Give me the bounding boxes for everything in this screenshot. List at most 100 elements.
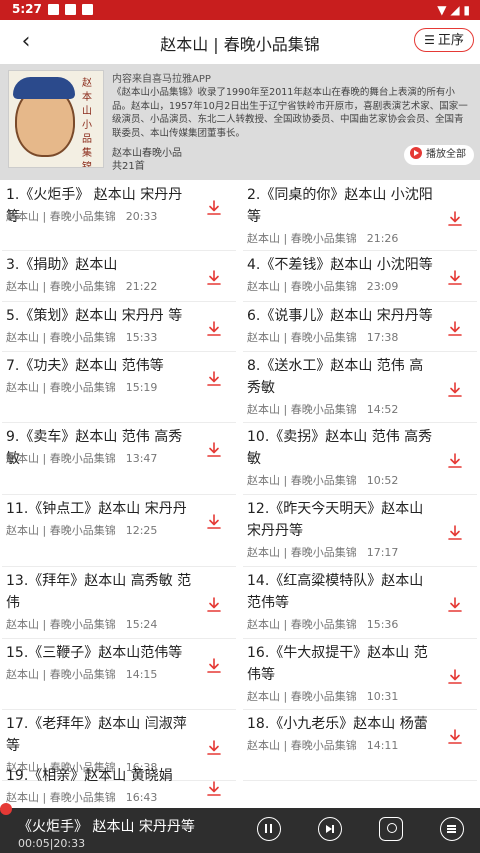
divider (2, 566, 236, 567)
divider (243, 709, 477, 710)
download-icon[interactable] (447, 270, 463, 286)
play-all-button[interactable]: 播放全部 (404, 145, 474, 165)
track-item[interactable]: 16.《牛大叔提干》赵本山 范伟等 赵本山 | 春晚小品集锦 10:31 (243, 642, 477, 713)
track-item[interactable]: 4.《不差钱》赵本山 小沈阳等 赵本山 | 春晚小品集锦 23:09 (243, 254, 477, 305)
track-item[interactable]: 5.《策划》赵本山 宋丹丹 等赵本山 | 春晚小品集锦 15:33 (2, 305, 236, 355)
track-item[interactable]: 15.《三鞭子》赵本山范伟等 赵本山 | 春晚小品集锦 14:15 (2, 642, 236, 713)
track-duration: 12:25 (125, 524, 158, 537)
sort-icon: ☰ (424, 33, 435, 47)
track-title: 17.《老拜年》赵本山 闫淑萍等 (6, 716, 187, 754)
play-icon (410, 147, 422, 159)
track-item[interactable]: 8.《送水工》赵本山 范伟 高秀敏赵本山 | 春晚小品集锦 14:52 (243, 355, 477, 426)
download-icon[interactable] (447, 453, 463, 469)
download-icon[interactable] (447, 382, 463, 398)
download-icon[interactable] (206, 321, 222, 337)
progress-knob[interactable] (0, 803, 12, 815)
track-title: 3.《捐助》赵本山 (6, 257, 118, 273)
notification-icon (48, 4, 59, 15)
download-icon[interactable] (447, 525, 463, 541)
track-list: 1.《火炬手》 赵本山 宋丹丹等 赵本山 | 春晚小品集锦 20:33 2.《同桌的你… (0, 180, 480, 808)
sort-order-button[interactable]: ☰ 正序 (414, 28, 474, 52)
track-item[interactable]: 13.《拜年》赵本山 高秀敏 范伟赵本山 | 春晚小品集锦 15:24 (2, 570, 236, 642)
divider (243, 566, 477, 567)
track-item[interactable]: 18.《小九老乐》赵本山 杨蕾 赵本山 | 春晚小品集锦 14:11 (243, 713, 477, 784)
track-album: 赵本山 | 春晚小品集锦 (247, 739, 357, 752)
track-item[interactable]: 12.《昨天今天明天》赵本山 宋丹丹等 赵本山 | 春晚小品集锦 17:17 (243, 498, 477, 570)
track-item[interactable]: 3.《捐助》赵本山 赵本山 | 春晚小品集锦 21:22 (2, 254, 236, 305)
track-duration: 13:47 (125, 452, 158, 465)
track-album: 赵本山 | 春晚小品集锦 (247, 618, 357, 631)
track-item[interactable]: 2.《同桌的你》赵本山 小沈阳等 赵本山 | 春晚小品集锦 21:26 (243, 184, 477, 254)
download-icon[interactable] (206, 658, 222, 674)
track-title: 10.《卖拐》赵本山 范伟 高秀敏 (247, 429, 433, 467)
track-item[interactable]: 1.《火炬手》 赵本山 宋丹丹等 赵本山 | 春晚小品集锦 20:33 (2, 184, 236, 254)
track-item[interactable]: 9.《卖车》赵本山 范伟 高秀敏 赵本山 | 春晚小品集锦 13:47 (2, 426, 236, 498)
sort-label: 正序 (437, 33, 464, 48)
track-meta: 赵本山 | 春晚小品集锦 14:52 (247, 401, 398, 417)
divider (2, 301, 236, 302)
track-meta: 赵本山 | 春晚小品集锦 14:11 (247, 737, 398, 753)
cover-hat (13, 77, 75, 99)
play-all-label: 播放全部 (426, 149, 466, 160)
track-meta: 赵本山 | 春晚小品集锦 10:31 (247, 688, 398, 704)
download-icon[interactable] (206, 781, 222, 797)
next-track-icon[interactable] (318, 817, 342, 841)
download-icon[interactable] (206, 200, 222, 216)
track-duration: 23:09 (366, 280, 399, 293)
track-duration: 17:17 (366, 546, 399, 559)
track-album: 赵本山 | 春晚小品集锦 (6, 791, 116, 804)
track-album: 赵本山 | 春晚小品集锦 (6, 668, 116, 681)
download-icon[interactable] (206, 597, 222, 613)
top-bar: ‹ 赵本山 | 春晚小品集锦 ☰ 正序 (0, 20, 480, 64)
track-item[interactable]: 7.《功夫》赵本山 范伟等 赵本山 | 春晚小品集锦 15:19 (2, 355, 236, 426)
track-duration: 17:38 (366, 331, 399, 344)
status-time: 5:27 (12, 2, 42, 16)
track-item[interactable]: 19.《相亲》赵本山 黄晓娟 赵本山 | 春晚小品集锦 16:43 (2, 765, 236, 808)
track-duration: 21:26 (366, 232, 399, 245)
download-icon[interactable] (447, 669, 463, 685)
track-meta: 赵本山 | 春晚小品集锦 17:38 (247, 329, 398, 345)
download-icon[interactable] (206, 740, 222, 756)
track-title: 8.《送水工》赵本山 范伟 高秀敏 (247, 358, 424, 396)
download-icon[interactable] (206, 270, 222, 286)
track-album: 赵本山 | 春晚小品集锦 (6, 331, 116, 344)
divider (2, 709, 236, 710)
download-icon[interactable] (206, 514, 222, 530)
track-item[interactable]: 10.《卖拐》赵本山 范伟 高秀敏 赵本山 | 春晚小品集锦 10:52 (243, 426, 477, 498)
download-icon[interactable] (206, 371, 222, 387)
track-meta: 赵本山 | 春晚小品集锦 13:47 (6, 450, 157, 466)
track-title: 5.《策划》赵本山 宋丹丹 等 (6, 308, 183, 324)
download-icon[interactable] (447, 729, 463, 745)
track-title: 2.《同桌的你》赵本山 小沈阳等 (247, 187, 433, 225)
notification-icons (48, 4, 99, 18)
track-meta: 赵本山 | 春晚小品集锦 12:25 (6, 522, 157, 538)
download-icon[interactable] (206, 442, 222, 458)
track-item[interactable]: 6.《说事儿》赵本山 宋丹丹等 赵本山 | 春晚小品集锦 17:38 (243, 305, 477, 355)
album-cover[interactable]: 赵本山小品集锦 (8, 70, 104, 168)
playlist-icon[interactable] (440, 817, 464, 841)
track-album: 赵本山 | 春晚小品集锦 (247, 280, 357, 293)
status-bar: 5:27 ▼ ◢ ▮ (0, 0, 480, 20)
download-icon[interactable] (447, 211, 463, 227)
track-item[interactable]: 14.《红高粱模特队》赵本山 范伟等 赵本山 | 春晚小品集锦 15:36 (243, 570, 477, 642)
page-title: 赵本山 | 春晚小品集锦 (160, 35, 320, 54)
divider (243, 422, 477, 423)
track-meta: 赵本山 | 春晚小品集锦 14:15 (6, 666, 157, 682)
mini-player[interactable]: 《火炬手》 赵本山 宋丹丹等 00:05|20:33 (0, 803, 480, 853)
pause-icon[interactable] (257, 817, 281, 841)
track-item[interactable]: 11.《钟点工》赵本山 宋丹丹 赵本山 | 春晚小品集锦 12:25 (2, 498, 236, 570)
track-duration: 10:52 (366, 474, 399, 487)
track-title: 4.《不差钱》赵本山 小沈阳等 (247, 257, 433, 273)
player-time: 00:05|20:33 (18, 837, 86, 850)
track-duration: 20:33 (125, 210, 158, 223)
sleep-timer-icon[interactable] (379, 817, 403, 841)
track-duration: 15:36 (366, 618, 399, 631)
track-album: 赵本山 | 春晚小品集锦 (6, 452, 116, 465)
track-album: 赵本山 | 春晚小品集锦 (247, 690, 357, 703)
track-title: 13.《拜年》赵本山 高秀敏 范伟 (6, 573, 192, 611)
track-meta: 赵本山 | 春晚小品集锦 16:43 (6, 789, 157, 805)
download-icon[interactable] (447, 597, 463, 613)
track-album: 赵本山 | 春晚小品集锦 (6, 280, 116, 293)
download-icon[interactable] (447, 321, 463, 337)
track-meta: 赵本山 | 春晚小品集锦 15:24 (6, 616, 157, 632)
